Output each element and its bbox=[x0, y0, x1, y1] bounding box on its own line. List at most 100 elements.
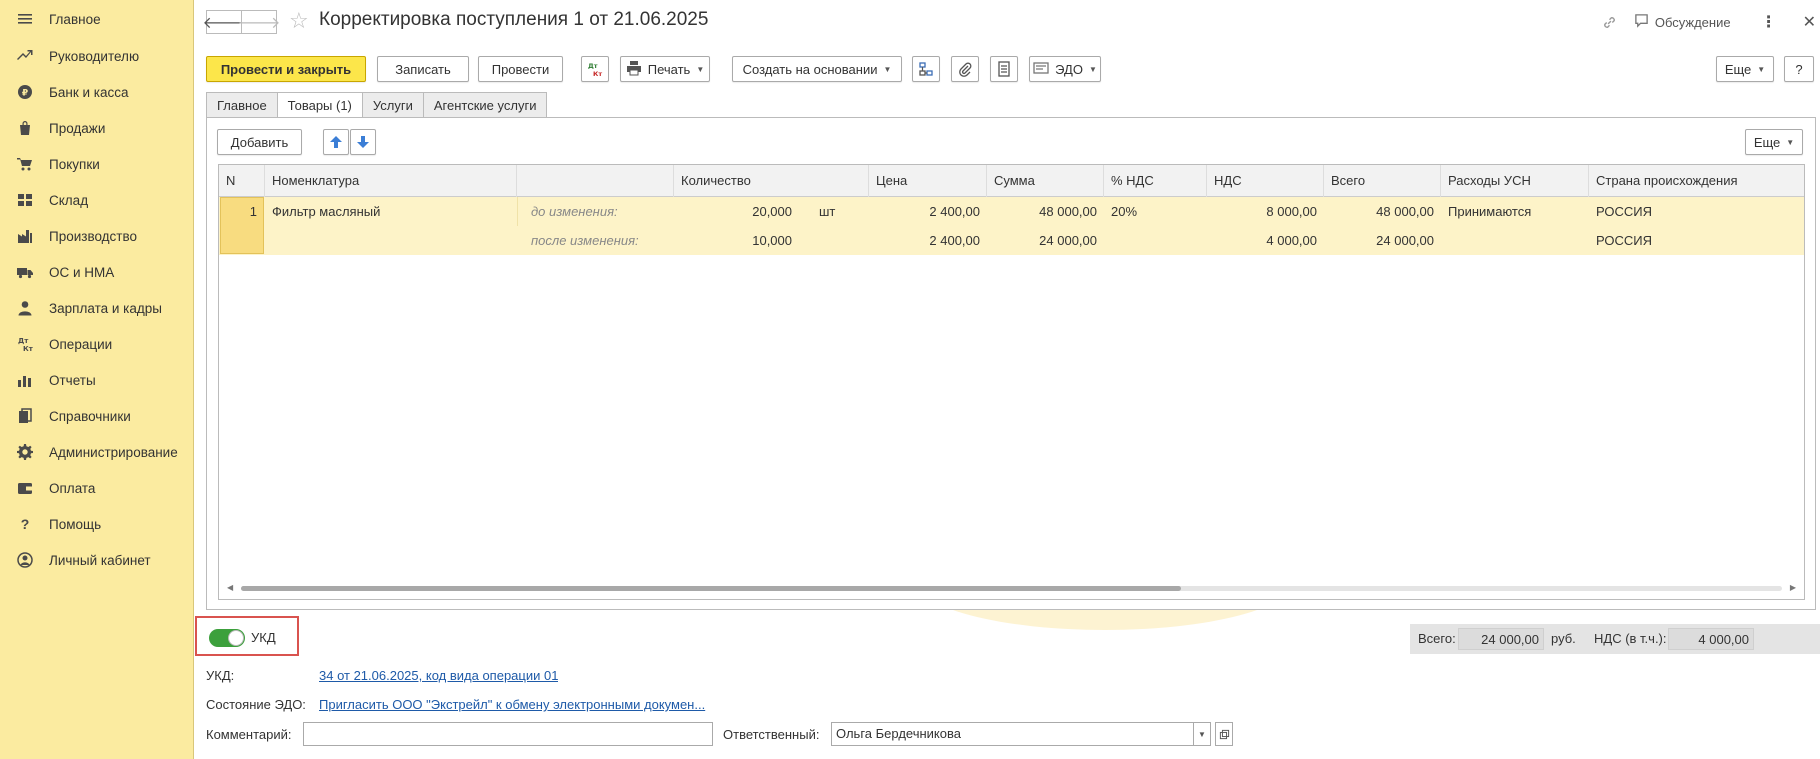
cell-qty[interactable]: 20,000 bbox=[674, 197, 799, 226]
comment-label: Комментарий: bbox=[206, 727, 292, 742]
sidebar-item-label: Личный кабинет bbox=[49, 552, 151, 568]
sidebar: Главное Руководителю ₽ Банк и касса Прод… bbox=[0, 0, 194, 759]
table-row[interactable]: после изменения: 10,000 2 400,00 24 000,… bbox=[219, 226, 1804, 255]
move-up-button[interactable] bbox=[323, 129, 349, 155]
attach-button[interactable] bbox=[951, 56, 979, 82]
cell-price[interactable]: 2 400,00 bbox=[869, 226, 987, 255]
scroll-left-icon[interactable]: ◀ bbox=[227, 583, 233, 592]
create-based-on-button[interactable]: Создать на основании ▼ bbox=[732, 56, 902, 82]
sidebar-item-manager[interactable]: Руководителю bbox=[0, 38, 193, 74]
help-button[interactable]: ? bbox=[1784, 56, 1814, 82]
scroll-right-icon[interactable]: ▶ bbox=[1790, 583, 1796, 592]
sidebar-item-operations[interactable]: Дт Кт Операции bbox=[0, 326, 193, 362]
gear-icon bbox=[16, 443, 34, 461]
cell-vat[interactable]: 4 000,00 bbox=[1207, 226, 1324, 255]
tab-main[interactable]: Главное bbox=[206, 92, 277, 118]
scroll-thumb[interactable] bbox=[241, 586, 1181, 591]
list-button[interactable] bbox=[990, 56, 1018, 82]
edo-button[interactable]: ЭДО ▼ bbox=[1029, 56, 1101, 82]
goods-table: N Номенклатура Количество Цена Сумма % Н… bbox=[218, 164, 1805, 600]
horizontal-scrollbar[interactable]: ◀ ▶ bbox=[227, 583, 1796, 593]
ukd-toggle-switch[interactable] bbox=[209, 629, 245, 647]
cell-state: до изменения: bbox=[531, 204, 618, 219]
svg-text:₽: ₽ bbox=[22, 89, 28, 99]
cell-vat[interactable]: 8 000,00 bbox=[1207, 197, 1324, 226]
post-and-close-button[interactable]: Провести и закрыть bbox=[206, 56, 366, 82]
discuss-button[interactable]: Обсуждение bbox=[1634, 13, 1731, 31]
table-header: N Номенклатура Количество Цена Сумма % Н… bbox=[219, 165, 1804, 197]
col-header-state[interactable] bbox=[517, 165, 674, 197]
cell-country[interactable]: РОССИЯ bbox=[1589, 197, 1804, 226]
more-vertical-icon[interactable]: ⋮ bbox=[1761, 12, 1777, 32]
goods-more-button[interactable]: Еще ▼ bbox=[1745, 129, 1803, 155]
col-header-n[interactable]: N bbox=[219, 165, 265, 197]
goods-more-label: Еще bbox=[1753, 134, 1781, 150]
sidebar-item-label: Банк и касса bbox=[49, 84, 129, 100]
ukd-toggle-label: УКД bbox=[251, 630, 276, 645]
cell-country[interactable]: РОССИЯ bbox=[1589, 226, 1804, 255]
col-header-item[interactable]: Номенклатура bbox=[265, 165, 517, 197]
cell-item[interactable]: Фильтр масляный bbox=[265, 197, 517, 226]
sidebar-item-assets[interactable]: ОС и НМА bbox=[0, 254, 193, 290]
cell-vat-rate[interactable]: 20% bbox=[1104, 197, 1207, 226]
sidebar-item-bank[interactable]: ₽ Банк и касса bbox=[0, 74, 193, 110]
more-button[interactable]: Еще ▼ bbox=[1716, 56, 1774, 82]
forward-button[interactable]: 🡒 bbox=[238, 10, 280, 34]
cell-sum[interactable]: 24 000,00 bbox=[987, 226, 1104, 255]
sidebar-item-purchases[interactable]: Покупки bbox=[0, 146, 193, 182]
sidebar-item-main[interactable]: Главное bbox=[0, 0, 193, 38]
col-header-vat[interactable]: НДС bbox=[1207, 165, 1324, 197]
sidebar-item-reports[interactable]: Отчеты bbox=[0, 362, 193, 398]
dt-kt-button[interactable]: Дт Кт bbox=[581, 56, 609, 82]
col-header-vat-rate[interactable]: % НДС bbox=[1104, 165, 1207, 197]
tab-goods[interactable]: Товары (1) bbox=[276, 92, 362, 118]
cell-price[interactable]: 2 400,00 bbox=[869, 197, 987, 226]
person-icon bbox=[16, 299, 34, 317]
sidebar-item-directories[interactable]: Справочники bbox=[0, 398, 193, 434]
print-button[interactable]: Печать ▼ bbox=[620, 56, 710, 82]
cell-total[interactable]: 48 000,00 bbox=[1324, 197, 1441, 226]
link-icon[interactable] bbox=[1600, 12, 1620, 32]
cell-sum[interactable]: 48 000,00 bbox=[987, 197, 1104, 226]
col-header-sum[interactable]: Сумма bbox=[987, 165, 1104, 197]
cell-usn[interactable]: Принимаются bbox=[1441, 197, 1589, 226]
sidebar-item-warehouse[interactable]: Склад bbox=[0, 182, 193, 218]
col-header-usn[interactable]: Расходы УСН bbox=[1441, 165, 1589, 197]
cell-total[interactable]: 24 000,00 bbox=[1324, 226, 1441, 255]
sidebar-item-account[interactable]: Личный кабинет bbox=[0, 542, 193, 578]
edo-state-link[interactable]: Пригласить ООО "Экстрейл" к обмену элект… bbox=[319, 697, 719, 712]
responsible-open-button[interactable] bbox=[1215, 722, 1233, 746]
sidebar-item-payment[interactable]: Оплата bbox=[0, 470, 193, 506]
responsible-dropdown-button[interactable]: ▼ bbox=[1193, 722, 1211, 746]
sidebar-item-help[interactable]: ? Помощь bbox=[0, 506, 193, 542]
move-down-button[interactable] bbox=[350, 129, 376, 155]
cell-unit[interactable]: шт bbox=[812, 197, 862, 226]
sidebar-item-salary[interactable]: Зарплата и кадры bbox=[0, 290, 193, 326]
sidebar-item-admin[interactable]: Администрирование bbox=[0, 434, 193, 470]
add-row-button[interactable]: Добавить bbox=[217, 129, 302, 155]
responsible-input[interactable]: Ольга Бердечникова bbox=[831, 722, 1194, 746]
tab-services[interactable]: Услуги bbox=[361, 92, 423, 118]
post-button[interactable]: Провести bbox=[478, 56, 563, 82]
sidebar-item-sales[interactable]: Продажи bbox=[0, 110, 193, 146]
sidebar-item-label: Администрирование bbox=[49, 444, 178, 460]
row-number-cell[interactable]: 1 bbox=[220, 197, 264, 254]
col-header-price[interactable]: Цена bbox=[869, 165, 987, 197]
col-header-total[interactable]: Всего bbox=[1324, 165, 1441, 197]
comment-input[interactable] bbox=[303, 722, 713, 746]
form-tabs: Главное Товары (1) Услуги Агентские услу… bbox=[206, 92, 548, 118]
save-button[interactable]: Записать bbox=[377, 56, 469, 82]
close-icon[interactable]: ✕ bbox=[1803, 12, 1816, 32]
ukd-link[interactable]: 34 от 21.06.2025, код вида операции 01 bbox=[319, 668, 558, 683]
arrow-down-icon bbox=[357, 136, 369, 148]
warehouse-icon bbox=[16, 191, 34, 209]
table-row[interactable]: Фильтр масляный до изменения: 20,000 шт … bbox=[219, 197, 1804, 226]
sidebar-item-production[interactable]: Производство bbox=[0, 218, 193, 254]
col-header-qty[interactable]: Количество bbox=[674, 165, 869, 197]
structure-button[interactable] bbox=[912, 56, 940, 82]
col-header-country[interactable]: Страна происхождения bbox=[1589, 165, 1804, 197]
cell-qty[interactable]: 10,000 bbox=[674, 226, 799, 255]
tab-agent-services[interactable]: Агентские услуги bbox=[422, 92, 548, 118]
favorite-star-icon[interactable]: ☆ bbox=[289, 8, 309, 34]
factory-icon bbox=[16, 227, 34, 245]
